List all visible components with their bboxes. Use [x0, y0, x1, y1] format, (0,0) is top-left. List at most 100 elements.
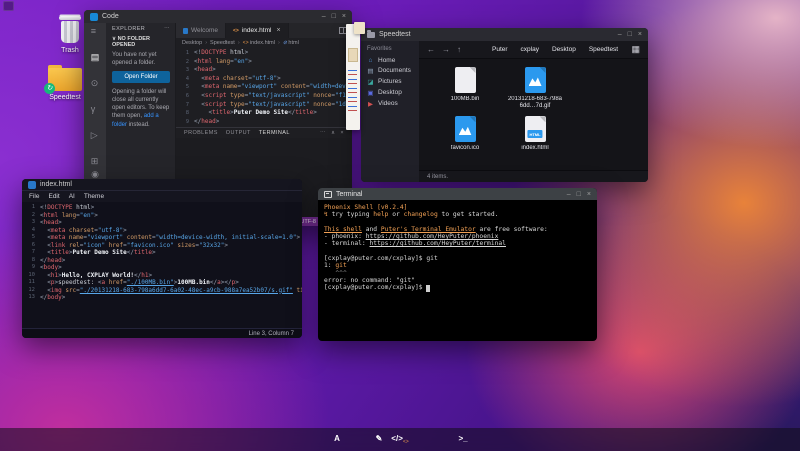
- menu-item[interactable]: Theme: [84, 193, 104, 200]
- breadcrumb-item[interactable]: Desktop: [552, 46, 576, 53]
- menu-item[interactable]: File: [29, 193, 39, 200]
- sidebar-item[interactable]: ▶ Videos: [365, 98, 415, 109]
- minimap-thumbnail: [348, 48, 358, 62]
- vscode-breadcrumbs: DesktopSpeedtestindex.htmlhtml: [176, 38, 352, 47]
- taskbar-dev-center-icon[interactable]: [350, 430, 367, 447]
- file-manager-window-title: Speedtest: [379, 31, 411, 38]
- panel-tab-terminal[interactable]: TERMINAL: [259, 130, 290, 136]
- forward-arrow-icon[interactable]: →: [442, 45, 450, 54]
- html-file-icon: [233, 28, 239, 34]
- breadcrumb-item[interactable]: Puter: [492, 46, 508, 53]
- file-item[interactable]: favicon.ico: [437, 116, 493, 152]
- cursor-position: Line 3, Column 7: [249, 331, 294, 337]
- minimap-code-marks: [348, 70, 357, 114]
- tab-index-html[interactable]: index.html ×: [226, 23, 289, 38]
- explorer-icon[interactable]: ▤: [91, 52, 100, 62]
- sidebar-item[interactable]: ⌂ Home: [365, 55, 415, 65]
- more-actions-icon[interactable]: ⋯: [164, 26, 170, 32]
- code-line: </body>: [40, 294, 65, 302]
- editor-titlebar[interactable]: index.html: [22, 179, 302, 191]
- vscode-code-area[interactable]: 1 <!DOCTYPE html> 2 <html lang="en"> 3 <…: [176, 47, 352, 127]
- explorer-section-header[interactable]: ∨ NO FOLDER OPENED: [112, 36, 170, 48]
- account-icon[interactable]: ◉: [91, 169, 99, 179]
- panel-tab-output[interactable]: OUTPUT: [226, 130, 251, 136]
- file-item[interactable]: HTML index.html: [507, 116, 563, 152]
- up-arrow-icon[interactable]: ↑: [457, 45, 461, 54]
- minimize-button[interactable]: –: [322, 13, 326, 20]
- line-number: 5: [22, 234, 35, 242]
- breadcrumb-item[interactable]: html: [278, 40, 299, 46]
- menu-icon[interactable]: ≡: [91, 26, 100, 36]
- line-number: 4: [176, 75, 189, 84]
- file-item[interactable]: 20131218-683-798a6dd…7d.gif: [507, 67, 563, 110]
- sidebar-item[interactable]: ◪ Pictures: [365, 76, 415, 87]
- taskbar-files-icon[interactable]: [308, 430, 325, 447]
- terminal-line: 1: git: [324, 262, 591, 269]
- tab-welcome[interactable]: Welcome: [176, 23, 226, 38]
- close-tab-icon[interactable]: ×: [276, 27, 280, 34]
- encoding-indicator[interactable]: UTF-8: [300, 219, 316, 225]
- taskbar-editor-icon[interactable]: ✎: [371, 430, 388, 447]
- breadcrumb-item[interactable]: cxplay: [521, 46, 539, 53]
- sidebar-item[interactable]: ▣ Desktop: [365, 87, 415, 98]
- panel-tab-problems[interactable]: PROBLEMS: [184, 130, 218, 136]
- line-number: 10: [22, 272, 35, 280]
- grid-view-icon[interactable]: ▦: [631, 44, 640, 55]
- menu-item[interactable]: AI: [69, 193, 75, 200]
- line-number: 11: [22, 279, 35, 287]
- taskbar-browser-icon[interactable]: [413, 430, 430, 447]
- editor-window-title: index.html: [40, 181, 72, 188]
- taskbar-code-icon[interactable]: </>: [392, 430, 409, 447]
- sidebar-item[interactable]: ▤ Documents: [365, 65, 415, 76]
- breadcrumb-item[interactable]: index.html: [238, 40, 275, 46]
- path-breadcrumb: Puter cxplay Desktop Speedtest: [492, 46, 618, 53]
- minimize-button[interactable]: –: [567, 191, 571, 198]
- file-name: favicon.ico: [451, 145, 479, 152]
- desktop-icon-label: Trash: [61, 47, 79, 54]
- line-number: 6: [22, 242, 35, 250]
- close-button[interactable]: ×: [587, 191, 591, 198]
- file-manager-titlebar[interactable]: Speedtest – □ ×: [361, 28, 648, 41]
- panel-close-icon[interactable]: ×: [340, 130, 344, 136]
- taskbar-recorder-icon[interactable]: [434, 430, 451, 447]
- maximize-button[interactable]: □: [628, 31, 632, 38]
- file-name: 20131218-683-798a6dd…7d.gif: [507, 96, 563, 110]
- maximize-button[interactable]: □: [577, 191, 581, 198]
- back-arrow-icon[interactable]: ←: [427, 45, 435, 54]
- panel-expand-icon[interactable]: ∧: [331, 130, 335, 136]
- taskbar-app-center-icon[interactable]: A: [329, 430, 346, 447]
- breadcrumb-item[interactable]: Speedtest: [205, 40, 235, 46]
- source-control-icon[interactable]: γ: [91, 104, 100, 114]
- vscode-titlebar[interactable]: Code – □ ×: [84, 10, 352, 23]
- code-line-row: 9 </head>: [176, 118, 352, 127]
- breadcrumb-item[interactable]: Speedtest: [589, 46, 618, 53]
- sidebar-item-label: Pictures: [378, 78, 401, 85]
- minimize-button[interactable]: –: [618, 31, 622, 38]
- item-count: 4 items.: [427, 174, 448, 180]
- editor-code-area[interactable]: 1 <!DOCTYPE html> 2 <html lang="en"> 3 <…: [22, 202, 302, 328]
- open-indicator-dot: [403, 430, 409, 448]
- maximize-button[interactable]: □: [332, 13, 336, 20]
- sidebar-item-label: Documents: [378, 67, 411, 74]
- menu-item[interactable]: Edit: [48, 193, 59, 200]
- file-manager-toolbar: ← → ↑ Puter cxplay Desktop Speedtest ▦: [419, 41, 648, 59]
- open-folder-button[interactable]: Open Folder: [112, 71, 170, 83]
- taskbar-speedtest-icon[interactable]: [476, 430, 493, 447]
- close-button[interactable]: ×: [638, 31, 642, 38]
- extensions-icon[interactable]: ⊞: [91, 156, 100, 166]
- taskbar-launcher-icon[interactable]: [287, 430, 304, 447]
- taskbar-terminal-icon[interactable]: >_: [455, 430, 472, 447]
- editor-menubar: File Edit AI Theme: [22, 191, 302, 202]
- terminal-line: ^^^: [324, 270, 591, 277]
- code-line: <img src="./20131218-683-798a6dd7-6a02-4…: [40, 287, 302, 295]
- search-icon[interactable]: ⊙: [91, 78, 100, 88]
- code-line-row: 6 <script type="text/javascript" nonce="…: [176, 92, 352, 101]
- file-item[interactable]: 100MB.bin: [437, 67, 493, 110]
- taskbar-trash-icon[interactable]: [497, 430, 514, 447]
- terminal-output[interactable]: Phoenix Shell [v0.2.4]↯ try typing help …: [318, 200, 597, 341]
- terminal-titlebar[interactable]: Terminal – □ ×: [318, 188, 597, 200]
- run-debug-icon[interactable]: ▷: [91, 130, 100, 140]
- more-actions-icon[interactable]: ⋯: [320, 130, 326, 136]
- close-button[interactable]: ×: [342, 13, 346, 20]
- breadcrumb-item[interactable]: Desktop: [182, 40, 202, 46]
